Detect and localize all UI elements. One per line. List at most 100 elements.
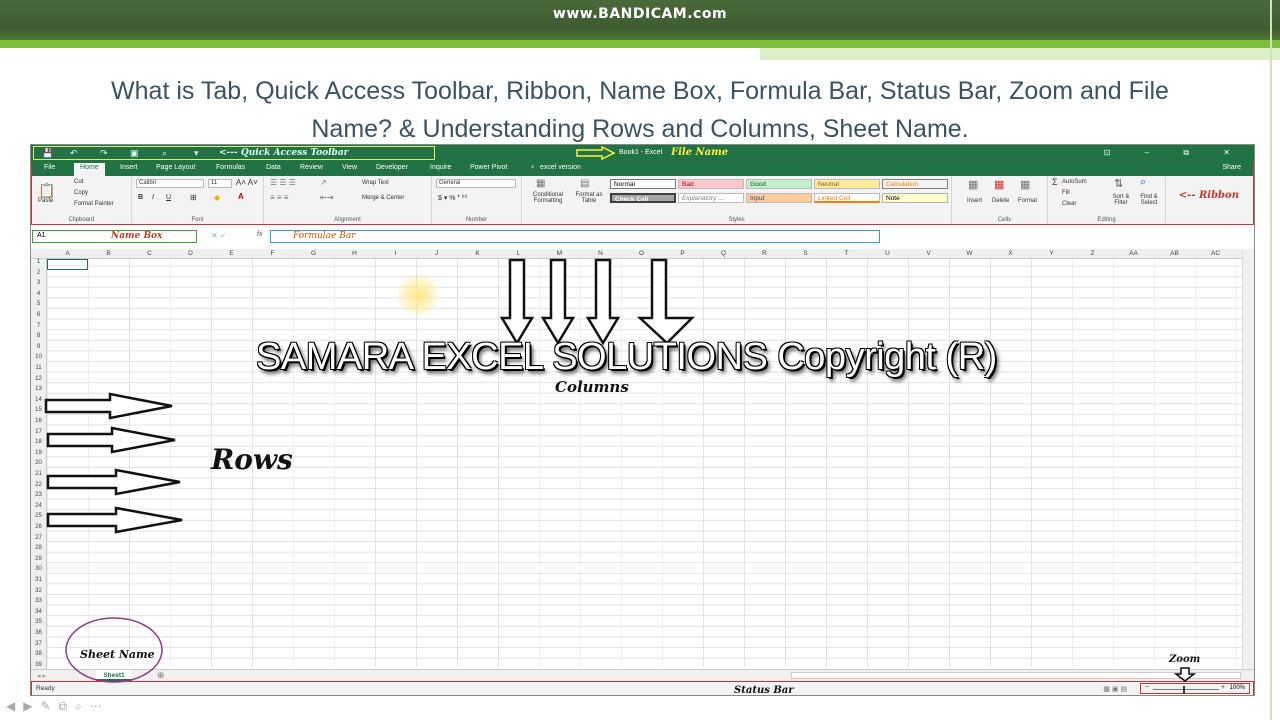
row-header[interactable]: 3 xyxy=(31,280,46,286)
row-header[interactable]: 12 xyxy=(31,376,46,382)
row-header[interactable]: 10 xyxy=(31,354,46,360)
find-select-button[interactable]: Find & Select xyxy=(1136,194,1162,206)
column-header[interactable]: R xyxy=(744,250,785,257)
row-header[interactable]: 24 xyxy=(31,503,46,509)
delete-cells-icon[interactable]: ▦ xyxy=(994,178,1004,191)
name-box[interactable]: A1 Name Box xyxy=(32,230,197,243)
print-preview-icon[interactable]: ▣ xyxy=(130,148,139,159)
row-header[interactable]: 22 xyxy=(31,482,46,488)
orientation-icon[interactable]: ↗ xyxy=(320,178,327,187)
merge-center-button[interactable]: Merge & Center xyxy=(362,195,404,201)
column-header[interactable]: AA xyxy=(1113,250,1154,257)
row-header[interactable]: 31 xyxy=(31,577,46,583)
cancel-enter-icons[interactable]: ✕ ✓ xyxy=(211,231,227,240)
column-header[interactable]: J xyxy=(416,250,457,257)
formula-bar[interactable]: Formulae Bar xyxy=(270,230,880,243)
zoom-out-icon[interactable]: − xyxy=(1145,684,1149,691)
row-header[interactable]: 16 xyxy=(31,418,46,424)
share-button[interactable]: Share xyxy=(1222,164,1241,171)
row-header[interactable]: 13 xyxy=(31,386,46,392)
zoom-track[interactable] xyxy=(1153,689,1219,690)
italic-button[interactable]: I xyxy=(152,194,154,201)
row-header[interactable]: 33 xyxy=(31,598,46,604)
column-header[interactable]: AB xyxy=(1154,250,1195,257)
style-explanatory[interactable]: Explanatory ... xyxy=(678,193,744,203)
fill-color-icon[interactable]: ◆ xyxy=(214,193,220,202)
row-header[interactable]: 28 xyxy=(31,545,46,551)
row-header[interactable]: 1 xyxy=(31,259,46,265)
font-grow-icon[interactable]: A˄ A˅ xyxy=(236,178,258,187)
column-header[interactable]: H xyxy=(334,250,375,257)
tab-power-pivot[interactable]: Power Pivot xyxy=(470,164,507,171)
tab-review[interactable]: Review xyxy=(300,164,323,171)
row-header[interactable]: 11 xyxy=(31,365,46,371)
cell-grid[interactable] xyxy=(31,249,1243,667)
align-left-icons[interactable]: ≡ ≡ ≡ xyxy=(270,193,288,202)
row-header[interactable]: 19 xyxy=(31,450,46,456)
sheet-nav-arrows[interactable]: ◂ ▸ xyxy=(37,672,46,680)
tab-home[interactable]: Home xyxy=(74,163,105,176)
tell-me-box[interactable]: excel version xyxy=(540,164,581,171)
view-buttons[interactable]: ▦ ▣ ▤ xyxy=(1103,685,1127,693)
tab-view[interactable]: View xyxy=(342,164,357,171)
row-header[interactable]: 5 xyxy=(31,301,46,307)
format-painter-button[interactable]: Format Painter xyxy=(74,201,114,207)
insert-button[interactable]: Insert xyxy=(967,198,982,204)
copy-button[interactable]: Copy xyxy=(74,190,88,196)
bold-button[interactable]: B xyxy=(138,194,143,201)
row-header[interactable]: 4 xyxy=(31,291,46,297)
font-size-select[interactable]: 11 xyxy=(208,179,232,188)
font-color-icon[interactable]: A xyxy=(238,192,244,201)
save-icon[interactable]: 💾 xyxy=(42,148,53,159)
autosum-button[interactable]: AutoSum xyxy=(1062,179,1087,185)
style-input[interactable]: Input xyxy=(746,193,812,203)
cut-button[interactable]: Cut xyxy=(74,179,83,185)
row-header[interactable]: 18 xyxy=(31,439,46,445)
row-header[interactable]: 2 xyxy=(31,270,46,276)
horizontal-scrollbar[interactable] xyxy=(791,672,1241,679)
column-header[interactable]: P xyxy=(662,250,703,257)
tab-inquire[interactable]: Inquire xyxy=(430,164,451,171)
column-header[interactable]: S xyxy=(785,250,826,257)
window-controls[interactable]: ⊡ – ⧉ ✕ xyxy=(1104,148,1246,158)
column-header[interactable]: A xyxy=(47,250,88,257)
column-header[interactable]: V xyxy=(908,250,949,257)
row-header[interactable]: 30 xyxy=(31,566,46,572)
sort-filter-icon[interactable]: ⇅ xyxy=(1114,177,1123,190)
add-sheet-icon[interactable]: ⊕ xyxy=(157,670,165,681)
row-header[interactable]: 7 xyxy=(31,323,46,329)
fill-button[interactable]: Fill xyxy=(1062,190,1070,196)
tab-insert[interactable]: Insert xyxy=(120,164,138,171)
row-header[interactable]: 17 xyxy=(31,429,46,435)
row-header[interactable]: 9 xyxy=(31,344,46,350)
tab-page-layout[interactable]: Page Layout xyxy=(156,164,195,171)
row-header[interactable]: 39 xyxy=(31,662,46,668)
vertical-scrollbar[interactable] xyxy=(1242,249,1254,669)
player-controls[interactable]: ◀▶✎⧉⌕⋯ xyxy=(6,699,110,714)
row-header[interactable]: 29 xyxy=(31,556,46,562)
column-header[interactable]: AC xyxy=(1195,250,1236,257)
column-header[interactable]: B xyxy=(88,250,129,257)
conditional-formatting-icon[interactable]: ▦ xyxy=(536,178,545,189)
row-header[interactable]: 6 xyxy=(31,312,46,318)
clear-button[interactable]: Clear xyxy=(1062,201,1076,207)
insert-cells-icon[interactable]: ▦ xyxy=(968,178,978,191)
sort-filter-button[interactable]: Sort & Filter xyxy=(1108,194,1134,206)
row-header[interactable]: 20 xyxy=(31,460,46,466)
column-header[interactable]: Q xyxy=(703,250,744,257)
column-header[interactable]: G xyxy=(293,250,334,257)
column-header[interactable]: X xyxy=(990,250,1031,257)
autosum-icon[interactable]: Σ xyxy=(1052,177,1058,187)
column-header[interactable]: I xyxy=(375,250,416,257)
column-header[interactable]: F xyxy=(252,250,293,257)
insert-function-icon[interactable]: fx xyxy=(257,231,262,238)
row-header[interactable]: 38 xyxy=(31,651,46,657)
column-header[interactable]: K xyxy=(457,250,498,257)
tab-data[interactable]: Data xyxy=(266,164,281,171)
tell-me-icon[interactable]: ♀ xyxy=(530,164,535,171)
column-header[interactable]: Y xyxy=(1031,250,1072,257)
number-format-select[interactable]: General xyxy=(436,179,516,188)
row-header[interactable]: 32 xyxy=(31,588,46,594)
style-calculation[interactable]: Calculation xyxy=(882,179,948,189)
row-header[interactable]: 27 xyxy=(31,535,46,541)
